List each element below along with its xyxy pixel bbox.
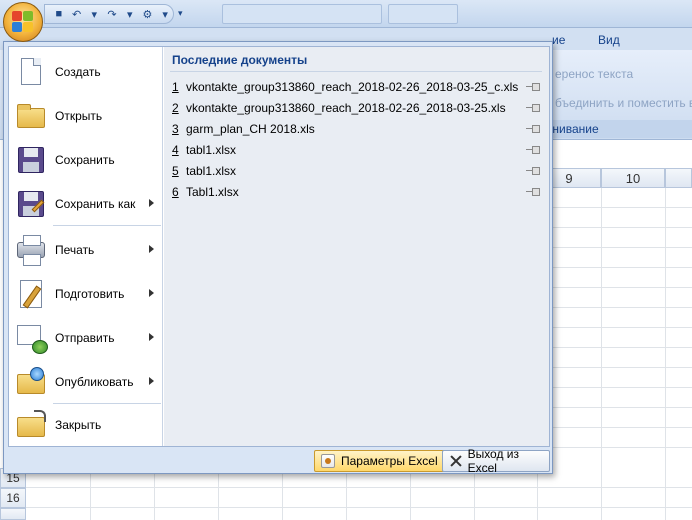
submenu-arrow-icon xyxy=(149,333,154,341)
recent-document-item[interactable]: 5 tabl1.xlsx xyxy=(172,161,544,181)
menu-item-prepare[interactable]: Подготовить xyxy=(9,272,162,316)
menu-item-print[interactable]: Печать xyxy=(9,228,162,272)
recent-documents-panel: Последние документы 1 vkontakte_group313… xyxy=(164,47,549,446)
qat-more-icon[interactable]: ▾ xyxy=(178,8,188,20)
menu-item-label: Опубликовать xyxy=(55,375,134,389)
recent-document-name: vkontakte_group313860_reach_2018-02-26_2… xyxy=(186,101,506,115)
pin-icon[interactable] xyxy=(526,103,540,113)
column-header-partial[interactable] xyxy=(665,168,692,188)
excel-options-label: Параметры Excel xyxy=(341,454,438,468)
menu-item-save[interactable]: Сохранить xyxy=(9,138,162,182)
recent-document-number: 6 xyxy=(172,185,179,199)
row-header[interactable]: 16 xyxy=(0,488,26,508)
customize-dropdown-icon[interactable]: ▾ xyxy=(157,6,173,22)
office-menu-commands: Создать Открыть Сохранить Сохранить как … xyxy=(9,47,163,446)
pin-icon[interactable] xyxy=(526,187,540,197)
menu-item-close[interactable]: Закрыть xyxy=(9,403,162,447)
recent-document-number: 4 xyxy=(172,143,179,157)
submenu-arrow-icon xyxy=(149,245,154,253)
redo-dropdown-icon[interactable]: ▾ xyxy=(122,6,138,22)
merge-center-button[interactable]: бъединить и поместить в xyxy=(555,96,692,110)
menu-item-label: Создать xyxy=(55,65,101,79)
options-icon xyxy=(321,454,335,468)
recent-document-number: 3 xyxy=(172,122,179,136)
save-icon xyxy=(15,144,47,176)
submenu-arrow-icon xyxy=(149,377,154,385)
excel-options-button[interactable]: Параметры Excel xyxy=(314,450,445,472)
column-header[interactable]: 10 xyxy=(601,168,665,188)
recent-document-item[interactable]: 2 vkontakte_group313860_reach_2018-02-26… xyxy=(172,98,544,118)
office-menu-footer: Параметры Excel Выход из Excel xyxy=(8,447,550,475)
recent-document-item[interactable]: 4 tabl1.xlsx xyxy=(172,140,544,160)
pin-icon[interactable] xyxy=(526,82,540,92)
recent-document-name: tabl1.xlsx xyxy=(186,164,237,178)
pin-icon[interactable] xyxy=(526,145,540,155)
recent-document-number: 2 xyxy=(172,101,179,115)
taskbar-window-hint-2 xyxy=(388,4,458,24)
undo-dropdown-icon[interactable]: ▾ xyxy=(86,6,102,22)
exit-excel-label: Выход из Excel xyxy=(467,447,520,475)
new-document-icon xyxy=(15,56,47,88)
menu-item-label: Печать xyxy=(55,243,95,257)
recent-document-item[interactable]: 3 garm_plan_CH 2018.xls xyxy=(172,119,544,139)
save-as-icon xyxy=(15,188,47,220)
redo-icon[interactable]: ↷ xyxy=(104,6,120,22)
menu-item-publish[interactable]: Опубликовать xyxy=(9,360,162,404)
open-folder-icon xyxy=(15,100,47,132)
recent-documents-title: Последние документы xyxy=(172,53,308,67)
save-quick-icon[interactable]: ■ xyxy=(51,6,67,22)
pin-icon[interactable] xyxy=(526,166,540,176)
close-icon xyxy=(449,454,462,468)
prepare-icon xyxy=(15,278,47,310)
menu-item-label: Сохранить как xyxy=(55,197,136,211)
recent-document-name: garm_plan_CH 2018.xls xyxy=(186,122,315,136)
recent-document-number: 1 xyxy=(172,80,179,94)
printer-icon xyxy=(15,234,47,266)
menu-item-send[interactable]: Отправить xyxy=(9,316,162,360)
ribbon-tab-partial[interactable]: ие xyxy=(552,33,565,47)
office-menu: Создать Открыть Сохранить Сохранить как … xyxy=(3,41,553,475)
pin-icon[interactable] xyxy=(526,124,540,134)
recent-document-item[interactable]: 1 vkontakte_group313860_reach_2018-02-26… xyxy=(172,77,544,97)
ribbon-tab-view[interactable]: Вид xyxy=(598,33,620,47)
taskbar-window-hint xyxy=(222,4,382,24)
title-bar: ■ ↶ ▾ ↷ ▾ ⚙ ▾ ▾ xyxy=(0,0,692,28)
office-menu-panel: Создать Открыть Сохранить Сохранить как … xyxy=(8,46,550,447)
publish-icon xyxy=(15,366,47,398)
menu-item-save-as[interactable]: Сохранить как xyxy=(9,182,162,226)
menu-item-label: Закрыть xyxy=(55,418,102,432)
recent-document-item[interactable]: 6 Tabl1.xlsx xyxy=(172,182,544,202)
customize-icon[interactable]: ⚙ xyxy=(140,6,156,22)
alignment-group-label: внивание xyxy=(540,120,692,138)
row-header-partial[interactable] xyxy=(0,508,26,520)
menu-item-label: Сохранить xyxy=(55,153,115,167)
menu-item-label: Подготовить xyxy=(55,287,125,301)
recent-document-name: tabl1.xlsx xyxy=(186,143,237,157)
menu-item-label: Отправить xyxy=(55,331,115,345)
office-logo-icon xyxy=(11,10,35,34)
quick-access-toolbar: ■ ↶ ▾ ↷ ▾ ⚙ ▾ xyxy=(44,4,174,24)
submenu-arrow-icon xyxy=(149,289,154,297)
exit-excel-button[interactable]: Выход из Excel xyxy=(442,447,550,475)
recent-document-name: Tabl1.xlsx xyxy=(186,185,239,199)
close-folder-icon xyxy=(15,409,47,441)
recent-document-number: 5 xyxy=(172,164,179,178)
menu-item-label: Открыть xyxy=(55,109,103,123)
wrap-text-button[interactable]: еренос текста xyxy=(555,67,633,81)
menu-item-open[interactable]: Открыть xyxy=(9,94,162,138)
menu-item-new[interactable]: Создать xyxy=(9,50,162,94)
send-icon xyxy=(15,322,48,354)
submenu-arrow-icon xyxy=(149,199,154,207)
recent-document-name: vkontakte_group313860_reach_2018-02-26_2… xyxy=(186,80,519,94)
office-button[interactable] xyxy=(3,2,43,42)
undo-icon[interactable]: ↶ xyxy=(69,6,85,22)
